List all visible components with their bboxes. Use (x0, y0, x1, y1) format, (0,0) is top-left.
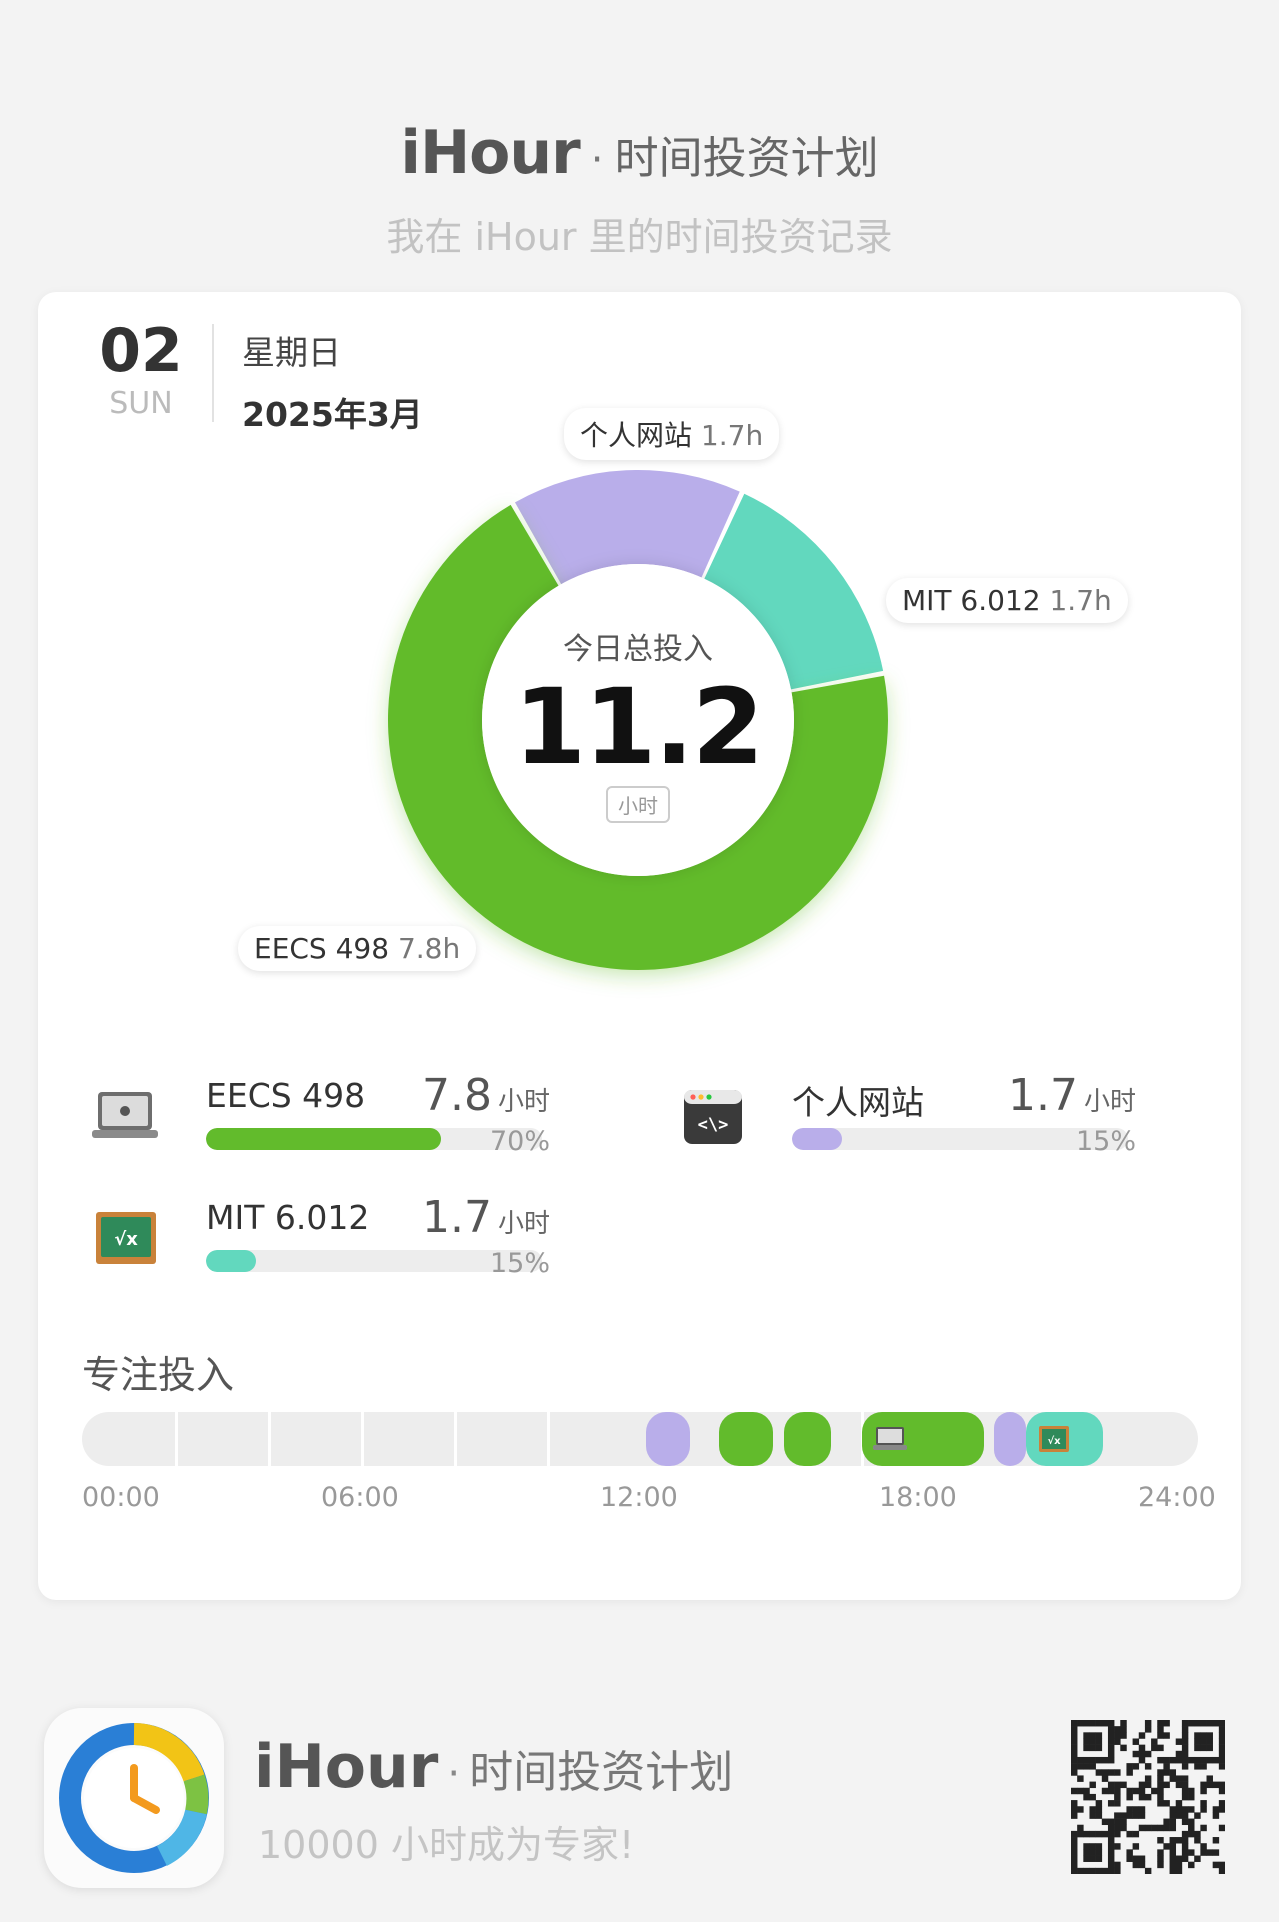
brand-line: iHour · 时间投资计划 (0, 118, 1279, 188)
stat-progress-fill (206, 1250, 257, 1272)
footer-slogan: 10000 小时成为专家! (258, 1823, 635, 1867)
brand-dot: · (590, 137, 604, 183)
page-subtitle: 我在 iHour 里的时间投资记录 (386, 215, 893, 259)
callout-name: 个人网站 (580, 419, 693, 452)
total-label: 今日总投入 (563, 632, 713, 667)
page-header: iHour · 时间投资计划 我在 iHour 里的时间投资记录 (0, 118, 1279, 261)
stat-hours: 7.8 小时 (422, 1070, 550, 1121)
focus-session[interactable] (862, 1412, 985, 1466)
stat-hours: 1.7 小时 (1008, 1070, 1136, 1121)
callout-value: 7.8h (397, 932, 461, 965)
stat-hours-unit: 小时 (1083, 1087, 1136, 1117)
code-window-icon: <\> (684, 1090, 742, 1144)
callout-personal-site: 个人网站 1.7h (564, 408, 780, 460)
stat-name: MIT 6.012 (206, 1198, 370, 1237)
callout-name: EECS 498 (254, 932, 390, 965)
stat-item-mit[interactable]: √x MIT 6.012 1.7 小时 15% (90, 1192, 550, 1288)
stat-hours-unit: 小时 (497, 1087, 550, 1117)
summary-card: 02 SUN 星期日 2025年3月 今日总投入 11.2 小时 个人网站 1.… (38, 292, 1241, 1600)
focus-section-title: 专注投入 (82, 1353, 235, 1397)
stat-item-personal-site[interactable]: <\> 个人网站 1.7 小时 15% (676, 1070, 1136, 1166)
timeline-tick-label: 12:00 (600, 1482, 678, 1513)
app-icon (44, 1708, 224, 1888)
total-unit: 小时 (606, 786, 670, 823)
focus-session[interactable] (784, 1412, 831, 1466)
timeline-gridline (175, 1412, 178, 1466)
brand-tagline: 时间投资计划 (614, 133, 879, 184)
stat-hours-value: 1.7 (1008, 1070, 1078, 1121)
qr-code-icon[interactable] (1071, 1720, 1225, 1874)
focus-session[interactable]: √x (1025, 1412, 1104, 1466)
stat-percent: 70% (489, 1126, 550, 1157)
blackboard-icon: √x (1038, 1426, 1069, 1452)
stat-hours-value: 7.8 (422, 1070, 492, 1121)
svg-text:<\>: <\> (698, 1115, 729, 1135)
stat-percent: 15% (489, 1248, 550, 1279)
blackboard-icon: √x (96, 1212, 156, 1264)
svg-text:√x: √x (1047, 1435, 1061, 1447)
timeline-gridline (547, 1412, 550, 1466)
stat-hours-value: 1.7 (422, 1192, 492, 1243)
laptop-icon (873, 1427, 908, 1450)
brand-name: iHour (400, 118, 580, 188)
clock-icon (59, 1723, 209, 1873)
timeline-tick-label: 24:00 (1138, 1482, 1216, 1513)
callout-mit: MIT 6.012 1.7h (886, 578, 1128, 623)
stat-progress-fill (206, 1128, 442, 1150)
focus-session[interactable] (994, 1412, 1026, 1466)
callout-value: 1.7h (700, 419, 764, 452)
stat-name: EECS 498 (206, 1076, 366, 1115)
total-value: 11.2 (513, 666, 765, 788)
stat-hours-unit: 小时 (497, 1209, 550, 1239)
timeline-gridline (361, 1412, 364, 1466)
stat-hours: 1.7 小时 (422, 1192, 550, 1243)
timeline-gridline (454, 1412, 457, 1466)
callout-value: 1.7h (1049, 584, 1112, 617)
timeline-axis: 00:00 06:00 12:00 18:00 24:00 (82, 1482, 1242, 1522)
focus-session[interactable] (645, 1412, 691, 1466)
stat-item-eecs[interactable]: EECS 498 7.8 小时 70% (90, 1070, 550, 1166)
callout-eecs: EECS 498 7.8h (238, 926, 477, 971)
footer-brand-dot: · (447, 1751, 461, 1797)
focus-session[interactable] (719, 1412, 773, 1466)
timeline-tick-label: 00:00 (82, 1482, 160, 1513)
laptop-icon (92, 1092, 158, 1138)
stat-progress-fill (792, 1128, 843, 1150)
timeline-tick-label: 18:00 (879, 1482, 957, 1513)
footer-brand: iHour · 时间投资计划 (254, 1732, 733, 1802)
footer-brand-name: iHour (254, 1732, 439, 1802)
timeline-tick-label: 06:00 (321, 1482, 399, 1513)
callout-name: MIT 6.012 (902, 584, 1041, 617)
timeline-gridline (268, 1412, 271, 1466)
stat-percent: 15% (1075, 1126, 1136, 1157)
donut-center: 今日总投入 11.2 小时 (478, 624, 798, 823)
focus-timeline[interactable]: √x (82, 1412, 1198, 1466)
stat-name: 个人网站 (792, 1083, 924, 1122)
svg-text:√x: √x (114, 1229, 138, 1250)
footer-brand-tagline: 时间投资计划 (469, 1747, 734, 1798)
